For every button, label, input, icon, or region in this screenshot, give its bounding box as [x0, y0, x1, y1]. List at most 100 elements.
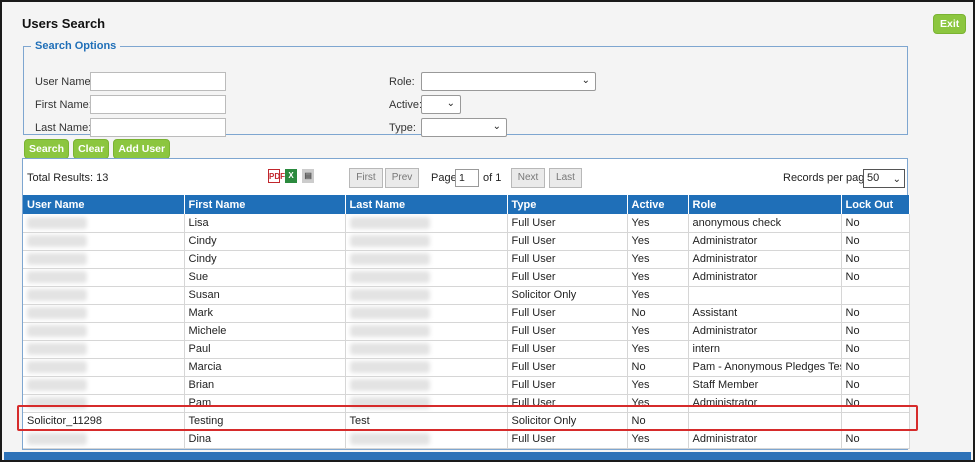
- redacted-value: [27, 361, 87, 374]
- cell-lock-out: No: [841, 394, 910, 413]
- redacted-value: [349, 361, 430, 374]
- column-header[interactable]: Type: [507, 195, 628, 214]
- cell-last-name: [345, 250, 508, 269]
- cell-lock-out: No: [841, 358, 910, 377]
- table-row[interactable]: Mark Full User No Assistant No: [23, 304, 910, 323]
- export-icons: PDF X ▤: [268, 169, 316, 183]
- cell-user-name: [23, 394, 185, 413]
- cell-last-name: [345, 394, 508, 413]
- table-row[interactable]: Pam Full User Yes Administrator No: [23, 394, 910, 413]
- column-header[interactable]: First Name: [184, 195, 346, 214]
- cell-last-name: Test: [345, 412, 508, 431]
- column-header[interactable]: Role: [688, 195, 842, 214]
- user-name-label: User Name:: [35, 76, 94, 88]
- cell-first-name: Cindy: [184, 232, 346, 251]
- redacted-value: [27, 253, 87, 266]
- table-row[interactable]: Brian Full User Yes Staff Member No: [23, 376, 910, 395]
- page-of-label: of 1: [483, 172, 502, 184]
- cell-role: Assistant: [688, 304, 842, 323]
- table-row[interactable]: Marcia Full User No Pam - Anonymous Pledges…: [23, 358, 910, 377]
- column-header[interactable]: Lock Out: [841, 195, 910, 214]
- cell-role: Pam - Anonymous Pledges Test: [688, 358, 842, 377]
- cell-user-name: [23, 322, 185, 341]
- table-row[interactable]: Susan Solicitor Only Yes: [23, 286, 910, 305]
- last-page-button[interactable]: Last: [549, 168, 582, 188]
- cell-lock-out: No: [841, 232, 910, 251]
- cell-user-name: [23, 286, 185, 305]
- cell-active: Yes: [627, 430, 689, 449]
- table-header-row: User Name First Name Last Name Type Active Ro…: [23, 195, 910, 214]
- table-row[interactable]: Lisa Full User Yes anonymous check No: [23, 214, 910, 233]
- cell-type: Full User: [507, 304, 628, 323]
- column-header[interactable]: Active: [627, 195, 689, 214]
- cell-lock-out: No: [841, 214, 910, 233]
- role-select[interactable]: ⌄: [421, 72, 596, 91]
- redacted-value: [27, 433, 87, 446]
- cell-first-name: Lisa: [184, 214, 346, 233]
- pdf-icon[interactable]: PDF: [268, 169, 285, 183]
- cell-first-name: Mark: [184, 304, 346, 323]
- exit-button[interactable]: Exit: [933, 14, 967, 34]
- user-name-input[interactable]: [90, 72, 226, 91]
- records-per-page-select[interactable]: 50 ⌄: [863, 169, 905, 188]
- type-select[interactable]: ⌄: [421, 118, 507, 137]
- table-row[interactable]: Paul Full User Yes intern No: [23, 340, 910, 359]
- column-header[interactable]: User Name: [23, 195, 185, 214]
- cell-last-name: [345, 268, 508, 287]
- redacted-value: [27, 325, 87, 338]
- table-row[interactable]: Cindy Full User Yes Administrator No: [23, 250, 910, 269]
- cell-last-name: [345, 322, 508, 341]
- cell-active: Yes: [627, 286, 689, 305]
- clear-button[interactable]: Clear: [73, 139, 110, 159]
- cell-lock-out: No: [841, 340, 910, 359]
- cell-active: Yes: [627, 268, 689, 287]
- cell-user-name: [23, 430, 185, 449]
- cell-type: Solicitor Only: [507, 412, 628, 431]
- cell-type: Full User: [507, 268, 628, 287]
- cell-lock-out: No: [841, 268, 910, 287]
- add-user-button[interactable]: Add User: [113, 139, 171, 159]
- cell-role: Staff Member: [688, 376, 842, 395]
- redacted-value: [27, 216, 87, 229]
- prev-page-button[interactable]: Prev: [385, 168, 419, 188]
- excel-icon[interactable]: X: [285, 169, 298, 183]
- cell-last-name: [345, 232, 508, 251]
- table-row[interactable]: Sue Full User Yes Administrator No: [23, 268, 910, 287]
- cell-role: Administrator: [688, 322, 842, 341]
- cell-type: Full User: [507, 430, 628, 449]
- redacted-value: [349, 343, 430, 356]
- cell-type: Full User: [507, 376, 628, 395]
- cell-role: [688, 412, 842, 431]
- cell-active: Yes: [627, 250, 689, 269]
- last-name-input[interactable]: [90, 118, 226, 137]
- page-label: Page: [431, 172, 457, 184]
- page-number-input[interactable]: 1: [455, 169, 479, 187]
- type-label: Type:: [389, 122, 416, 134]
- redacted-value: [349, 235, 430, 248]
- cell-type: Full User: [507, 358, 628, 377]
- table-row[interactable]: Michele Full User Yes Administrator No: [23, 322, 910, 341]
- total-results: Total Results: 13: [27, 172, 109, 184]
- first-name-input[interactable]: [90, 95, 226, 114]
- next-page-button[interactable]: Next: [511, 168, 545, 188]
- redacted-value: [349, 307, 430, 320]
- cell-type: Full User: [507, 340, 628, 359]
- redacted-value: [349, 433, 430, 446]
- document-icon[interactable]: ▤: [302, 169, 315, 183]
- cell-lock-out: No: [841, 430, 910, 449]
- chevron-down-icon: ⌄: [581, 75, 590, 86]
- table-row[interactable]: Cindy Full User Yes Administrator No: [23, 232, 910, 251]
- table-row[interactable]: Dina Full User Yes Administrator No: [23, 430, 910, 449]
- column-header[interactable]: Last Name: [345, 195, 508, 214]
- chevron-down-icon: ⌄: [892, 174, 901, 185]
- cell-type: Solicitor Only: [507, 286, 628, 305]
- active-label: Active:: [389, 99, 423, 111]
- cell-user-name: [23, 304, 185, 323]
- active-select[interactable]: ⌄: [421, 95, 461, 114]
- cell-active: No: [627, 358, 689, 377]
- cell-active: Yes: [627, 340, 689, 359]
- table-row[interactable]: Solicitor_11298 Testing Test Solicitor Only…: [23, 412, 910, 431]
- redacted-value: [349, 397, 430, 410]
- search-button[interactable]: Search: [24, 139, 70, 159]
- first-page-button[interactable]: First: [349, 168, 383, 188]
